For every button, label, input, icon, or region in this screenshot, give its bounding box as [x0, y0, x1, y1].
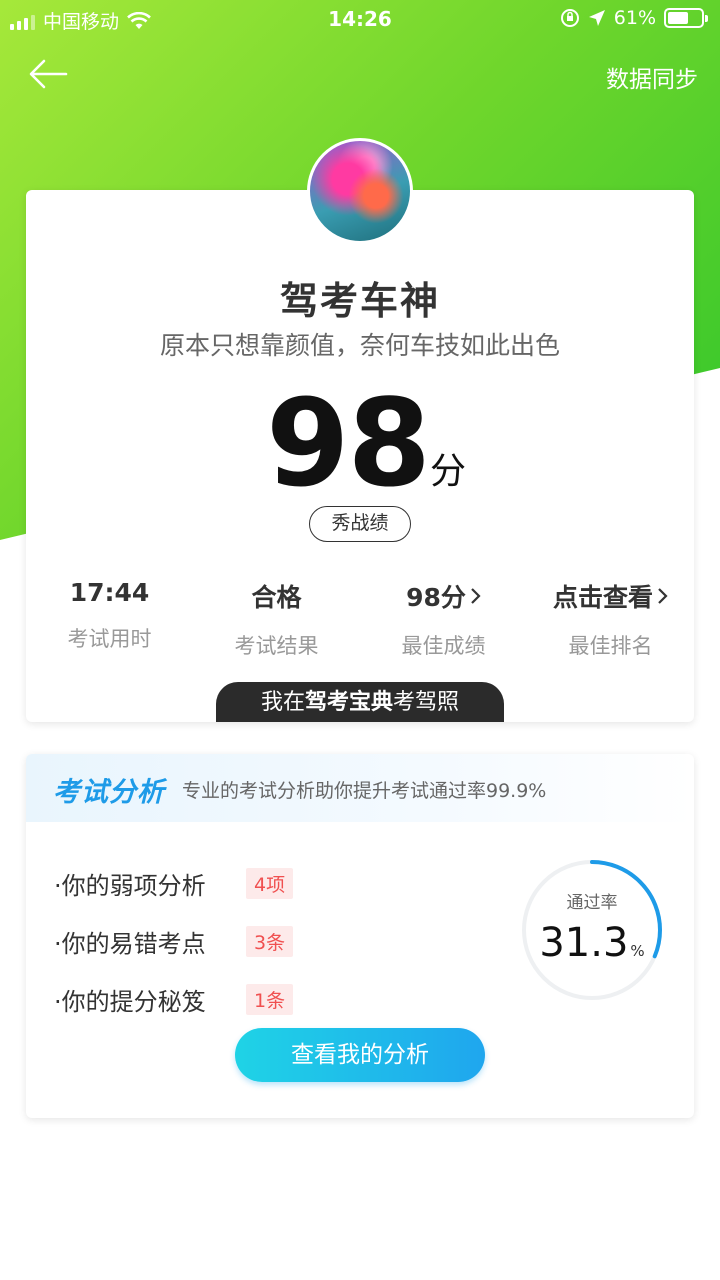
avatar[interactable]	[307, 138, 413, 244]
stat-value: 合格	[251, 583, 302, 612]
result-card: 驾考车神 原本只想靠颜值，奈何车技如此出色 98 分 秀战绩 17:44 考试用…	[26, 190, 694, 722]
result-subtitle: 原本只想靠颜值，奈何车技如此出色	[159, 331, 560, 360]
stat-value: 点击查看	[552, 583, 653, 612]
count-badge: 3条	[246, 925, 294, 957]
pass-rate-unit: %	[630, 942, 645, 960]
data-sync-button[interactable]: 数据同步	[606, 60, 698, 94]
analysis-subtitle: 专业的考试分析助你提升考试通过率99.9%	[182, 780, 547, 802]
pass-rate-value: 31.3%	[520, 920, 664, 966]
list-item[interactable]: ·你的易错考点 3条	[54, 912, 294, 970]
screen: 中国移动 14:26 61% 数据同步 驾考车神 原本只想靠颜值，奈何车技如此出…	[0, 0, 720, 1280]
score-row: 98 分	[26, 380, 694, 510]
back-button[interactable]	[28, 56, 68, 92]
stat-best-rank[interactable]: 点击查看 最佳排名	[527, 578, 694, 660]
status-right: 61%	[560, 7, 708, 29]
brand-banner: 我在驾考宝典考驾照	[216, 682, 504, 722]
location-icon	[588, 10, 605, 26]
banner-suffix: 考驾照	[393, 690, 460, 715]
pass-rate-number: 31.3	[539, 920, 629, 966]
banner-brand: 驾考宝典	[304, 690, 393, 715]
list-item[interactable]: ·你的提分秘笈 1条	[54, 970, 294, 1028]
show-results-button[interactable]: 秀战绩	[309, 506, 411, 542]
list-item[interactable]: ·你的弱项分析 4项	[54, 854, 294, 912]
stat-exam-time: 17:44 考试用时	[26, 578, 193, 660]
stat-label: 考试用时	[67, 627, 152, 651]
stat-label: 最佳成绩	[401, 634, 486, 658]
score-unit: 分	[430, 451, 467, 492]
pass-rate-label: 通过率	[566, 893, 618, 913]
stat-label: 最佳排名	[568, 634, 653, 658]
count-badge: 4项	[246, 867, 294, 899]
battery-icon	[664, 8, 708, 28]
orientation-lock-icon	[560, 9, 579, 27]
analysis-list: ·你的弱项分析 4项 ·你的易错考点 3条 ·你的提分秘笈 1条	[54, 854, 294, 1028]
status-bar: 中国移动 14:26 61%	[0, 0, 720, 40]
stat-value: 17:44	[69, 578, 150, 607]
nav-bar: 数据同步	[0, 52, 720, 96]
item-label: ·你的弱项分析	[54, 871, 206, 900]
arrow-left-icon	[29, 59, 68, 89]
result-title: 驾考车神	[279, 279, 440, 323]
chevron-right-icon	[658, 588, 668, 604]
stat-exam-result: 合格 考试结果	[193, 578, 360, 660]
count-badge: 1条	[246, 983, 294, 1015]
stats-row: 17:44 考试用时 合格 考试结果 98分 最佳成绩 点击查看 最佳排名	[26, 578, 694, 660]
analysis-header: 考试分析 专业的考试分析助你提升考试通过率99.9%	[26, 754, 694, 822]
battery-percent: 61%	[613, 7, 656, 29]
score-value: 98	[266, 375, 431, 514]
item-label: ·你的易错考点	[54, 929, 206, 958]
stat-label: 考试结果	[234, 634, 319, 658]
battery-level	[668, 12, 688, 24]
analysis-title: 考试分析	[53, 777, 165, 808]
chevron-right-icon	[471, 588, 481, 604]
analysis-card: 考试分析 专业的考试分析助你提升考试通过率99.9% ·你的弱项分析 4项 ·你…	[26, 754, 694, 1118]
stat-value: 98分	[406, 583, 466, 612]
view-analysis-button[interactable]: 查看我的分析	[235, 1028, 485, 1082]
stat-best-score[interactable]: 98分 最佳成绩	[360, 578, 527, 660]
banner-prefix: 我在	[260, 690, 305, 715]
item-label: ·你的提分秘笈	[54, 987, 206, 1016]
